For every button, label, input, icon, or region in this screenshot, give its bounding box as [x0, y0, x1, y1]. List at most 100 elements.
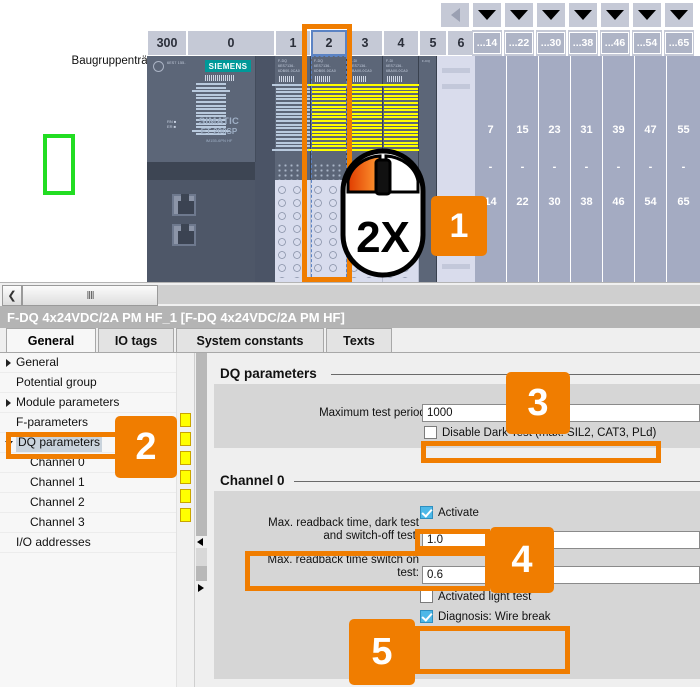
slot-header-300[interactable]: 300 — [147, 30, 187, 56]
cpu-led-legend: RN ■ ER ■ — [167, 119, 177, 129]
tree-status-gutter — [176, 353, 194, 687]
dropdown-button-1[interactable] — [472, 2, 502, 28]
tab-general[interactable]: General — [6, 328, 96, 353]
annotation-box-activate — [415, 529, 490, 551]
address-chip-cell-4[interactable]: ...38 — [568, 30, 598, 56]
slot-header-4[interactable]: 4 — [383, 30, 419, 56]
tab-io-tags[interactable]: IO tags — [98, 328, 174, 353]
address-chip-cell-2[interactable]: ...22 — [504, 30, 534, 56]
splitter-thumb-lower[interactable] — [196, 566, 207, 581]
checkbox-activate[interactable] — [420, 506, 433, 519]
collapse-left-button[interactable] — [440, 2, 470, 28]
module-cpu-im155[interactable]: 6ES7 155- SIEMENS SIMATIC ET 200SP IM155… — [147, 56, 256, 282]
annotation-badge-3: 3 — [506, 372, 570, 434]
tab-texts[interactable]: Texts — [326, 328, 392, 353]
splitter-collapse-left-icon[interactable] — [197, 538, 203, 546]
inspector-tabbar: General IO tags System constants Texts — [0, 328, 700, 353]
green-highlight-ethernet-ports — [43, 134, 75, 195]
address-chip-3: ...30 — [537, 32, 565, 54]
address-col5-row2: - — [616, 161, 621, 173]
annotation-badge-2: 2 — [115, 416, 177, 478]
checkbox-row-wire-break[interactable]: Diagnosis: Wire break — [420, 610, 550, 623]
cpu-bottom-face — [147, 180, 255, 282]
section-title-channel-0: Channel 0 — [220, 473, 285, 488]
vertical-splitter[interactable] — [194, 353, 210, 687]
tree-item-channel-2-label: Channel 2 — [30, 495, 85, 509]
module-slot-4-coil-icon — [379, 84, 422, 152]
tree-item-channel-3[interactable]: Channel 3 — [0, 513, 176, 533]
scroll-track[interactable] — [158, 285, 700, 304]
checkbox-row-activate[interactable]: Activate — [420, 506, 479, 519]
address-col7-row2: - — [681, 161, 686, 173]
dropdown-button-6[interactable] — [632, 2, 662, 28]
annotation-badge-4: 4 — [490, 527, 554, 593]
label-max-test-period: Maximum test period: — [319, 407, 429, 419]
address-col6-row3: 54 — [644, 196, 657, 208]
cpu-status-dot-icon — [153, 61, 164, 72]
section-title-dq-parameters: DQ parameters — [220, 366, 317, 381]
address-chip-5: ...46 — [601, 32, 629, 54]
chevron-right-icon[interactable] — [6, 359, 11, 367]
module-slot-4-barcode — [387, 76, 403, 82]
status-marker-channel-2 — [180, 489, 191, 503]
cpu-order-number: 6ES7 155- — [167, 61, 186, 65]
tab-system-constants[interactable]: System constants — [176, 328, 324, 353]
tree-item-io-addresses[interactable]: I/O addresses — [0, 533, 176, 553]
splitter-thumb-upper[interactable] — [196, 353, 207, 536]
address-chip-7: ...65 — [665, 32, 693, 54]
address-col4-row3: 38 — [580, 196, 593, 208]
address-chip-1: ...14 — [473, 32, 501, 54]
module-slot-4-caption: F-DI 6ES7136-6BA00-0CA0 — [386, 59, 408, 73]
checkbox-activated-light-test[interactable] — [420, 590, 433, 603]
inspector-title: F-DQ 4x24VDC/2A PM HF_1 [F-DQ 4x24VDC/2A… — [0, 306, 700, 328]
annotation-badge-1: 1 — [431, 196, 487, 256]
chevron-right-icon[interactable] — [6, 399, 11, 407]
address-col1-row2: - — [488, 161, 493, 173]
address-col5-row3: 46 — [612, 196, 625, 208]
address-column-4: 31 - 38 — [571, 56, 603, 282]
scroll-thumb[interactable]: ‖‖ — [22, 285, 158, 306]
label-readback-dark-line2: and switch-off test: — [323, 530, 419, 542]
dropdown-button-4[interactable] — [568, 2, 598, 28]
slot-header-5[interactable]: 5 — [419, 30, 447, 56]
svg-text:2X: 2X — [356, 213, 410, 262]
address-chip-6: ...54 — [633, 32, 661, 54]
address-col1-row1: 7 — [487, 124, 494, 136]
scroll-left-button[interactable]: ❮ — [2, 285, 22, 306]
triangle-left-icon — [450, 8, 460, 22]
checkbox-diagnosis-wire-break[interactable] — [420, 610, 433, 623]
address-chip-cell-6[interactable]: ...54 — [632, 30, 662, 56]
ethernet-port-1-icon[interactable] — [172, 194, 196, 216]
hardware-rack-view: Baugruppenträge... 300 0 1 2 3 4 5 6 ...… — [0, 0, 700, 282]
tree-item-channel-2[interactable]: Channel 2 — [0, 493, 176, 513]
tree-item-general[interactable]: General — [0, 353, 176, 373]
horizontal-scrollbar[interactable]: ❮ ‖‖ — [0, 282, 700, 307]
cpu-type-line3: IM155-6PN HF — [205, 138, 233, 143]
address-col3-row1: 23 — [548, 124, 561, 136]
tree-item-module-parameters[interactable]: Module parameters — [0, 393, 176, 413]
dropdown-button-3[interactable] — [536, 2, 566, 28]
slot-header-6[interactable]: 6 — [447, 30, 475, 56]
label-readback-dark-line1: Max. readback time, dark test — [268, 517, 419, 529]
address-column-7: 55 - 65 — [667, 56, 700, 282]
slot-header-3[interactable]: 3 — [347, 30, 383, 56]
tree-item-potential-group[interactable]: Potential group — [0, 373, 176, 393]
cpu-type-line1: SIMATIC — [198, 116, 240, 127]
status-marker-dq-parameters — [180, 432, 191, 446]
triangle-down-icon — [638, 10, 656, 20]
dropdown-button-7[interactable] — [664, 2, 694, 28]
ethernet-port-2-icon[interactable] — [172, 224, 196, 246]
address-chip-cell-5[interactable]: ...46 — [600, 30, 630, 56]
module-slot-3-caption: F-DI 6ES7136-6BA00-0CA0 — [350, 59, 372, 73]
address-col2-row1: 15 — [516, 124, 529, 136]
address-chip-cell-1[interactable]: ...14 — [472, 30, 502, 56]
address-chip-cell-7[interactable]: ...65 — [664, 30, 694, 56]
tree-item-potential-group-label: Potential group — [16, 375, 97, 389]
checkbox-disable-dark-test[interactable] — [424, 426, 437, 439]
splitter-collapse-right-icon[interactable] — [198, 584, 204, 592]
dropdown-button-5[interactable] — [600, 2, 630, 28]
dropdown-button-2[interactable] — [504, 2, 534, 28]
mouse-double-click-icon: 2X — [340, 148, 426, 278]
slot-header-0[interactable]: 0 — [187, 30, 275, 56]
address-chip-cell-3[interactable]: ...30 — [536, 30, 566, 56]
